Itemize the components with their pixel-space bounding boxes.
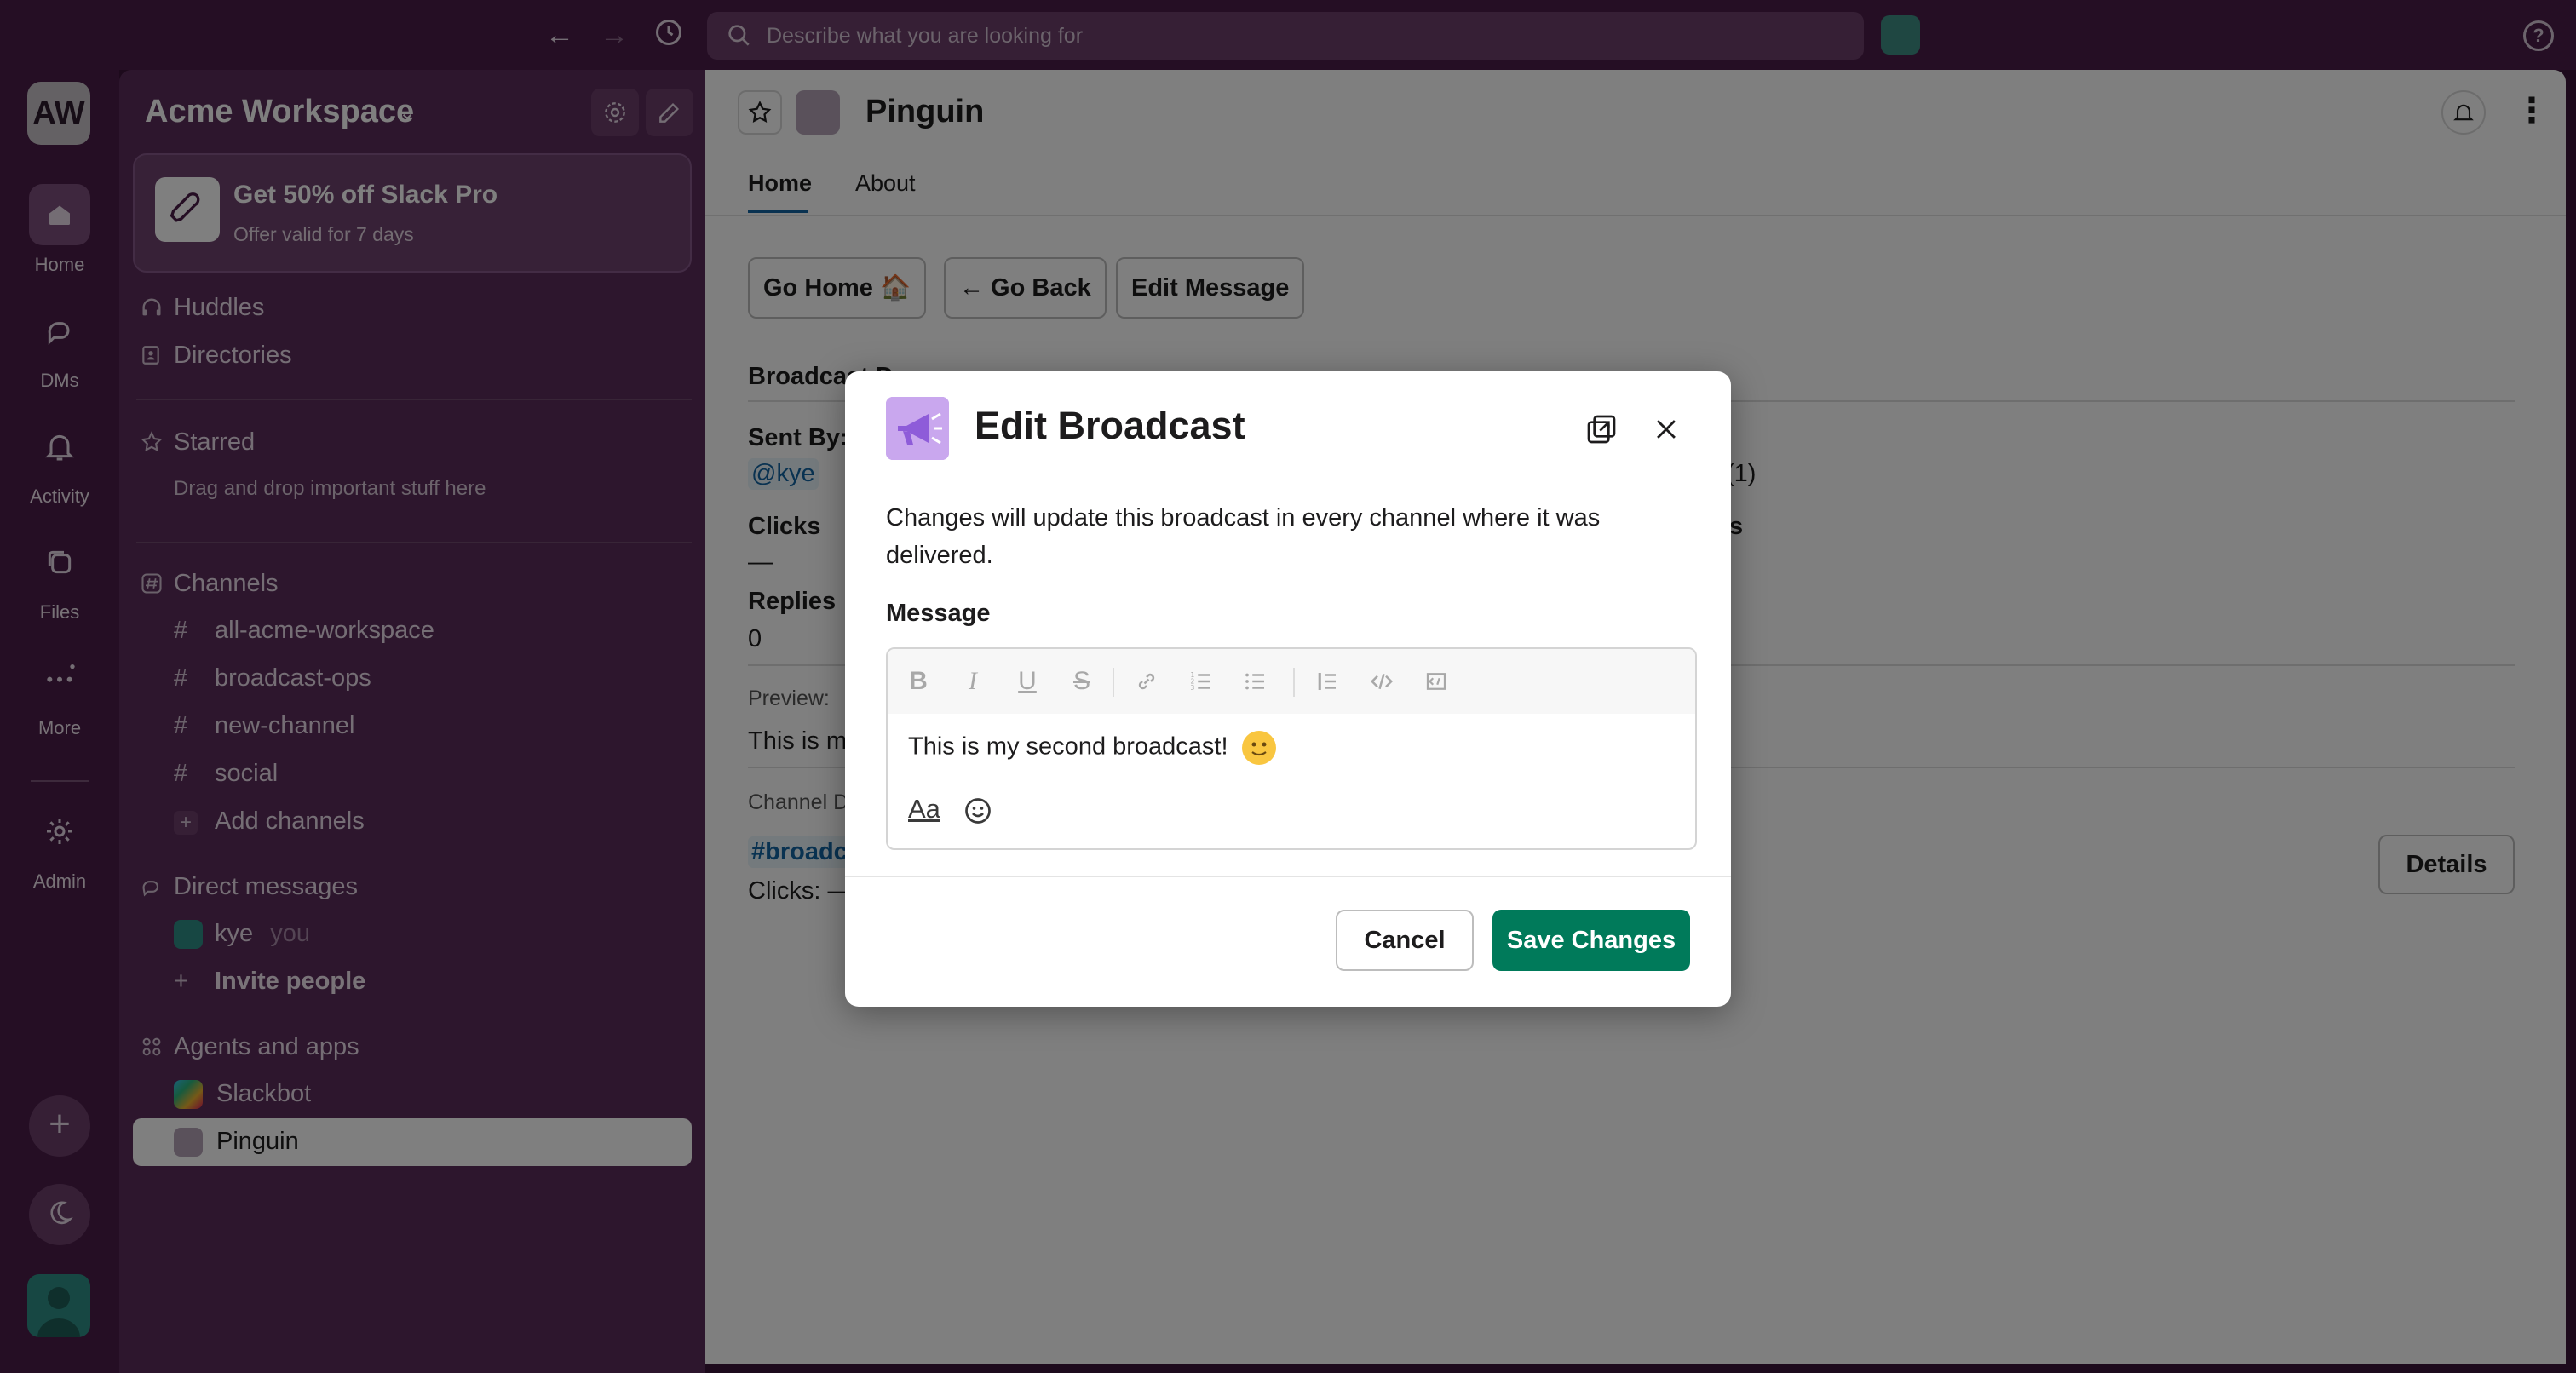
modal-title: Edit Broadcast xyxy=(975,404,1245,447)
edit-broadcast-modal: Edit Broadcast Changes will update this … xyxy=(845,371,1731,1007)
strikethrough-icon[interactable]: S xyxy=(1065,664,1099,698)
modal-description: Changes will update this broadcast in ev… xyxy=(886,504,1601,569)
underline-icon[interactable]: U xyxy=(1010,664,1044,698)
message-label: Message xyxy=(886,600,991,627)
modal-footer-divider xyxy=(845,876,1731,877)
toolbar-divider xyxy=(1113,668,1114,697)
cancel-button[interactable]: Cancel xyxy=(1336,910,1474,971)
format-toggle[interactable]: Aa xyxy=(908,794,940,824)
pop-out-icon[interactable] xyxy=(1581,409,1622,450)
bold-icon[interactable]: B xyxy=(901,664,935,698)
close-icon[interactable] xyxy=(1646,409,1687,450)
blockquote-icon[interactable] xyxy=(1310,664,1344,698)
message-editor[interactable]: B I U S 123 This is my second broadcast!… xyxy=(886,647,1697,850)
code-icon[interactable] xyxy=(1365,664,1399,698)
formatting-toolbar: B I U S 123 xyxy=(888,649,1695,714)
emoji-picker-icon[interactable] xyxy=(961,794,995,828)
svg-text:3: 3 xyxy=(1191,684,1195,692)
megaphone-icon xyxy=(886,397,949,460)
code-block-icon[interactable] xyxy=(1419,664,1453,698)
bulleted-list-icon[interactable] xyxy=(1239,664,1273,698)
save-changes-button[interactable]: Save Changes xyxy=(1492,910,1690,971)
numbered-list-icon[interactable]: 123 xyxy=(1184,664,1218,698)
message-input[interactable]: This is my second broadcast! xyxy=(908,731,1276,765)
link-icon[interactable] xyxy=(1130,664,1164,698)
italic-icon[interactable]: I xyxy=(956,664,990,698)
slightly-smiling-face-icon xyxy=(1241,731,1276,765)
toolbar-divider xyxy=(1293,668,1295,697)
message-text: This is my second broadcast! xyxy=(908,732,1228,761)
